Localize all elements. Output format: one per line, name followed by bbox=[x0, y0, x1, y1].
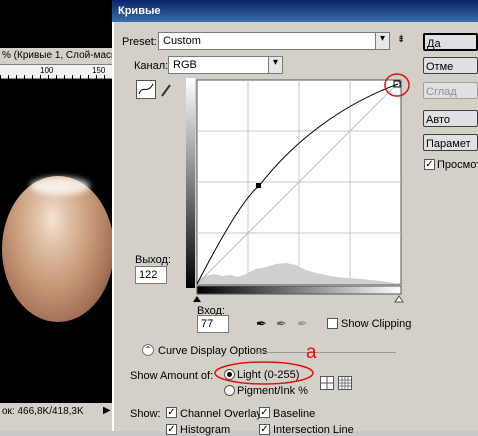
annotation-circle-light bbox=[214, 361, 314, 385]
annotation-letter: a bbox=[306, 342, 317, 363]
detailed-grid-icon[interactable] bbox=[338, 376, 352, 390]
ruler-label: 150 bbox=[92, 66, 106, 75]
baseline-label: Baseline bbox=[273, 408, 316, 420]
preview-checkbox[interactable]: ✓ bbox=[424, 159, 435, 170]
white-eyedropper-icon[interactable]: ✒ bbox=[297, 316, 308, 332]
show-label: Show: bbox=[130, 408, 161, 420]
ruler-label: 100 bbox=[40, 66, 54, 75]
status-bar: ок: 466,8K/418,3K bbox=[0, 403, 118, 420]
simple-grid-icon[interactable] bbox=[320, 376, 334, 390]
input-field[interactable]: 77 bbox=[197, 315, 229, 333]
white-point-slider bbox=[394, 295, 404, 303]
collapse-icon[interactable]: ⌃ bbox=[142, 344, 154, 356]
auto-button[interactable]: Авто bbox=[423, 110, 478, 127]
show-clipping-label: Show Clipping bbox=[341, 318, 412, 330]
document-tab-title[interactable]: % (Кривые 1, Слой-маска/... bbox=[0, 48, 118, 65]
channel-label: Канал: bbox=[134, 60, 169, 72]
polar-cap bbox=[30, 177, 90, 195]
cancel-button[interactable]: Отме bbox=[423, 57, 478, 74]
preset-menu-icon[interactable]: ⇟ bbox=[397, 34, 405, 45]
mars-image bbox=[2, 176, 114, 322]
output-field[interactable]: 122 bbox=[135, 266, 167, 284]
show-amount-label: Show Amount of: bbox=[130, 370, 214, 382]
ok-button[interactable]: Да bbox=[423, 33, 478, 51]
gray-eyedropper-icon[interactable]: ✒ bbox=[276, 316, 287, 332]
input-gradient bbox=[196, 285, 402, 295]
curves-graph[interactable] bbox=[186, 78, 406, 304]
show-clipping-checkbox[interactable] bbox=[327, 318, 338, 329]
channel-select[interactable]: RGB ▾ bbox=[168, 56, 283, 74]
curve-display-options-label: Curve Display Options bbox=[158, 345, 268, 357]
intersection-line-label: Intersection Line bbox=[273, 424, 354, 436]
channel-value: RGB bbox=[173, 59, 197, 71]
smooth-button[interactable]: Сглад bbox=[423, 82, 478, 99]
preset-label: Preset: bbox=[122, 36, 157, 48]
horizontal-ruler: 100 150 bbox=[0, 65, 118, 79]
options-button[interactable]: Парамет bbox=[423, 134, 478, 151]
black-eyedropper-icon[interactable]: ✒ bbox=[256, 316, 267, 332]
output-label: Выход: bbox=[135, 254, 171, 266]
chevron-down-icon[interactable]: ▾ bbox=[268, 57, 282, 73]
pencil-icon[interactable] bbox=[159, 82, 173, 98]
black-point-slider bbox=[193, 296, 201, 302]
chevron-down-icon[interactable]: ▾ bbox=[375, 33, 389, 49]
curve-point bbox=[256, 183, 261, 188]
annotation-circle-endpoint bbox=[384, 73, 410, 97]
preset-value: Custom bbox=[163, 35, 201, 47]
output-gradient bbox=[186, 78, 195, 288]
scrollbar[interactable] bbox=[0, 420, 118, 431]
histogram-checkbox[interactable]: ✓ bbox=[166, 424, 177, 435]
curve-point-tool-icon[interactable] bbox=[136, 80, 156, 99]
divider bbox=[256, 352, 396, 353]
dialog-title: Кривые bbox=[112, 0, 478, 22]
status-arrow-icon[interactable]: ▶ bbox=[103, 405, 111, 416]
baseline-checkbox[interactable]: ✓ bbox=[259, 407, 270, 418]
preview-label: Просмот bbox=[437, 159, 478, 171]
channel-overlays-label: Channel Overlays bbox=[180, 408, 268, 420]
preset-select[interactable]: Custom ▾ bbox=[158, 32, 390, 50]
channel-overlays-checkbox[interactable]: ✓ bbox=[166, 407, 177, 418]
intersection-line-checkbox[interactable]: ✓ bbox=[259, 424, 270, 435]
histogram-label: Histogram bbox=[180, 424, 231, 436]
